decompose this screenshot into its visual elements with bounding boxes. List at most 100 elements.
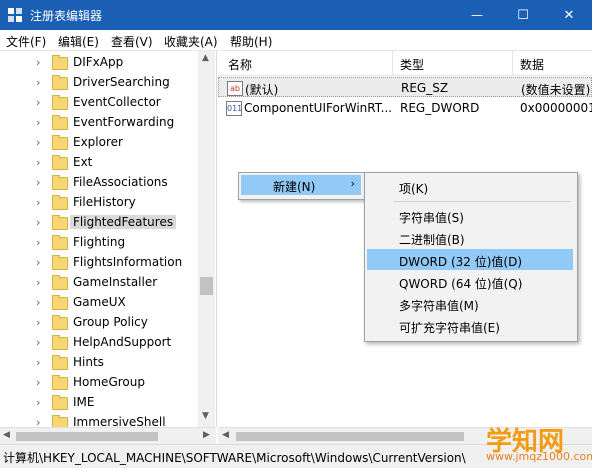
tree-item[interactable]: › GameInstaller: [0, 273, 198, 293]
submenu-item-binary-value[interactable]: 二进制值(B): [367, 227, 573, 248]
tree-hscroll-thumb[interactable]: [16, 432, 158, 441]
value-data: 0x00000001: [520, 101, 592, 115]
menu-file[interactable]: 文件(F): [6, 33, 46, 50]
column-divider[interactable]: [392, 51, 393, 75]
submenu-item-label: 项(K): [399, 182, 429, 196]
expand-chevron-icon[interactable]: ›: [36, 96, 46, 109]
column-name-header[interactable]: 名称: [228, 56, 252, 73]
expand-chevron-icon[interactable]: ›: [36, 376, 46, 389]
expand-chevron-icon[interactable]: ›: [36, 396, 46, 409]
expand-chevron-icon[interactable]: ›: [36, 136, 46, 149]
value-type: REG_SZ: [401, 81, 449, 95]
tree-item-label: HelpAndSupport: [73, 335, 172, 349]
tree-item[interactable]: › FileAssociations: [0, 173, 198, 193]
tree-item[interactable]: › Ext: [0, 153, 198, 173]
scroll-left-icon[interactable]: ◀: [222, 430, 229, 440]
scroll-right-icon[interactable]: ▶: [203, 430, 210, 440]
tree-scroll-thumb[interactable]: [200, 277, 213, 295]
value-name: ComponentUIForWinRT...: [244, 101, 393, 115]
expand-chevron-icon[interactable]: ›: [36, 76, 46, 89]
tree-item[interactable]: › FlightedFeatures: [0, 213, 198, 233]
tree-horizontal-scrollbar[interactable]: ◀ ▶: [0, 427, 216, 445]
expand-chevron-icon[interactable]: ›: [36, 216, 46, 229]
menu-item-new-label: 新建(N): [273, 180, 316, 194]
tree-item[interactable]: › Group Policy: [0, 313, 198, 333]
tree-item[interactable]: › EventForwarding: [0, 113, 198, 133]
tree-item-label: GameUX: [73, 295, 126, 309]
scroll-down-icon[interactable]: ▼: [202, 411, 209, 421]
scroll-left-icon[interactable]: ◀: [3, 430, 10, 440]
folder-icon: [52, 335, 68, 350]
expand-chevron-icon[interactable]: ›: [36, 356, 46, 369]
submenu-item-dword-value[interactable]: DWORD (32 位)值(D): [367, 249, 573, 270]
menu-view[interactable]: 查看(V): [111, 33, 153, 50]
submenu-item-key[interactable]: 项(K): [367, 176, 573, 197]
menu-favorites[interactable]: 收藏夹(A): [164, 33, 218, 50]
tree-item[interactable]: › GameUX: [0, 293, 198, 313]
tree-item-label: FileHistory: [73, 195, 136, 209]
tree-vertical-scrollbar[interactable]: ▲ ▼: [198, 51, 215, 427]
binary-value-icon: 011: [226, 101, 242, 116]
menu-separator: [393, 201, 571, 202]
expand-chevron-icon[interactable]: ›: [36, 236, 46, 249]
expand-chevron-icon[interactable]: ›: [36, 316, 46, 329]
folder-icon: [52, 55, 68, 70]
tree-item[interactable]: › FileHistory: [0, 193, 198, 213]
tree-item-label: IME: [73, 395, 95, 409]
close-icon: ✕: [563, 7, 575, 23]
tree-item[interactable]: › Explorer: [0, 133, 198, 153]
tree-item-label: Group Policy: [73, 315, 148, 329]
tree-item[interactable]: › Hints: [0, 353, 198, 373]
tree-item[interactable]: › ImmersiveShell: [0, 413, 198, 427]
value-name: (默认): [245, 83, 279, 97]
tree-item[interactable]: › HelpAndSupport: [0, 333, 198, 353]
minimize-button[interactable]: —: [454, 0, 500, 30]
expand-chevron-icon[interactable]: ›: [36, 176, 46, 189]
maximize-button[interactable]: ☐: [500, 0, 546, 30]
regedit-app-icon: [8, 8, 22, 22]
submenu-item-string-value[interactable]: 字符串值(S): [367, 205, 573, 226]
tree-item[interactable]: › FlightsInformation: [0, 253, 198, 273]
expand-chevron-icon[interactable]: ›: [36, 296, 46, 309]
expand-chevron-icon[interactable]: ›: [36, 116, 46, 129]
submenu-item-qword-value[interactable]: QWORD (64 位)值(Q): [367, 271, 573, 292]
menu-help[interactable]: 帮助(H): [230, 33, 272, 50]
column-type-header[interactable]: 类型: [400, 56, 424, 73]
tree-item[interactable]: › DriverSearching: [0, 73, 198, 93]
tree-item[interactable]: › EventCollector: [0, 93, 198, 113]
close-button[interactable]: ✕: [546, 0, 592, 30]
tree-item[interactable]: › HomeGroup: [0, 373, 198, 393]
tree-item-label: Ext: [73, 155, 93, 169]
value-row-default[interactable]: ab (默认) REG_SZ (数值未设置): [218, 77, 592, 97]
folder-icon: [52, 395, 68, 410]
scroll-up-icon[interactable]: ▲: [202, 53, 209, 63]
expand-chevron-icon[interactable]: ›: [36, 336, 46, 349]
folder-icon: [52, 95, 68, 110]
value-list-header: 名称 类型 数据: [218, 51, 592, 76]
expand-chevron-icon[interactable]: ›: [36, 196, 46, 209]
tree-item-label: ImmersiveShell: [73, 415, 166, 427]
submenu-item-label: 可扩充字符串值(E): [399, 321, 500, 335]
menu-item-new[interactable]: 新建(N) ›: [241, 175, 361, 195]
submenu-item-multi-string-value[interactable]: 多字符串值(M): [367, 293, 573, 314]
tree-item-label: GameInstaller: [73, 275, 158, 289]
menu-edit[interactable]: 编辑(E): [58, 33, 99, 50]
expand-chevron-icon[interactable]: ›: [36, 416, 46, 427]
expand-chevron-icon[interactable]: ›: [36, 156, 46, 169]
value-row-component[interactable]: 011 ComponentUIForWinRT... REG_DWORD 0x0…: [218, 98, 592, 118]
tree-item-label: Flighting: [73, 235, 126, 249]
window-title: 注册表编辑器: [30, 9, 103, 23]
tree-item[interactable]: › IME: [0, 393, 198, 413]
tree-item[interactable]: › DIFxApp: [0, 53, 198, 73]
folder-icon: [52, 355, 68, 370]
expand-chevron-icon[interactable]: ›: [36, 256, 46, 269]
expand-chevron-icon[interactable]: ›: [36, 276, 46, 289]
expand-chevron-icon[interactable]: ›: [36, 56, 46, 69]
submenu-item-expandable-string-value[interactable]: 可扩充字符串值(E): [367, 315, 573, 336]
tree-item[interactable]: › Flighting: [0, 233, 198, 253]
folder-icon: [52, 175, 68, 190]
column-divider[interactable]: [512, 51, 513, 75]
column-data-header[interactable]: 数据: [520, 56, 544, 73]
context-menu: 新建(N) ›: [238, 172, 366, 200]
value-hscroll-thumb[interactable]: [236, 432, 464, 441]
